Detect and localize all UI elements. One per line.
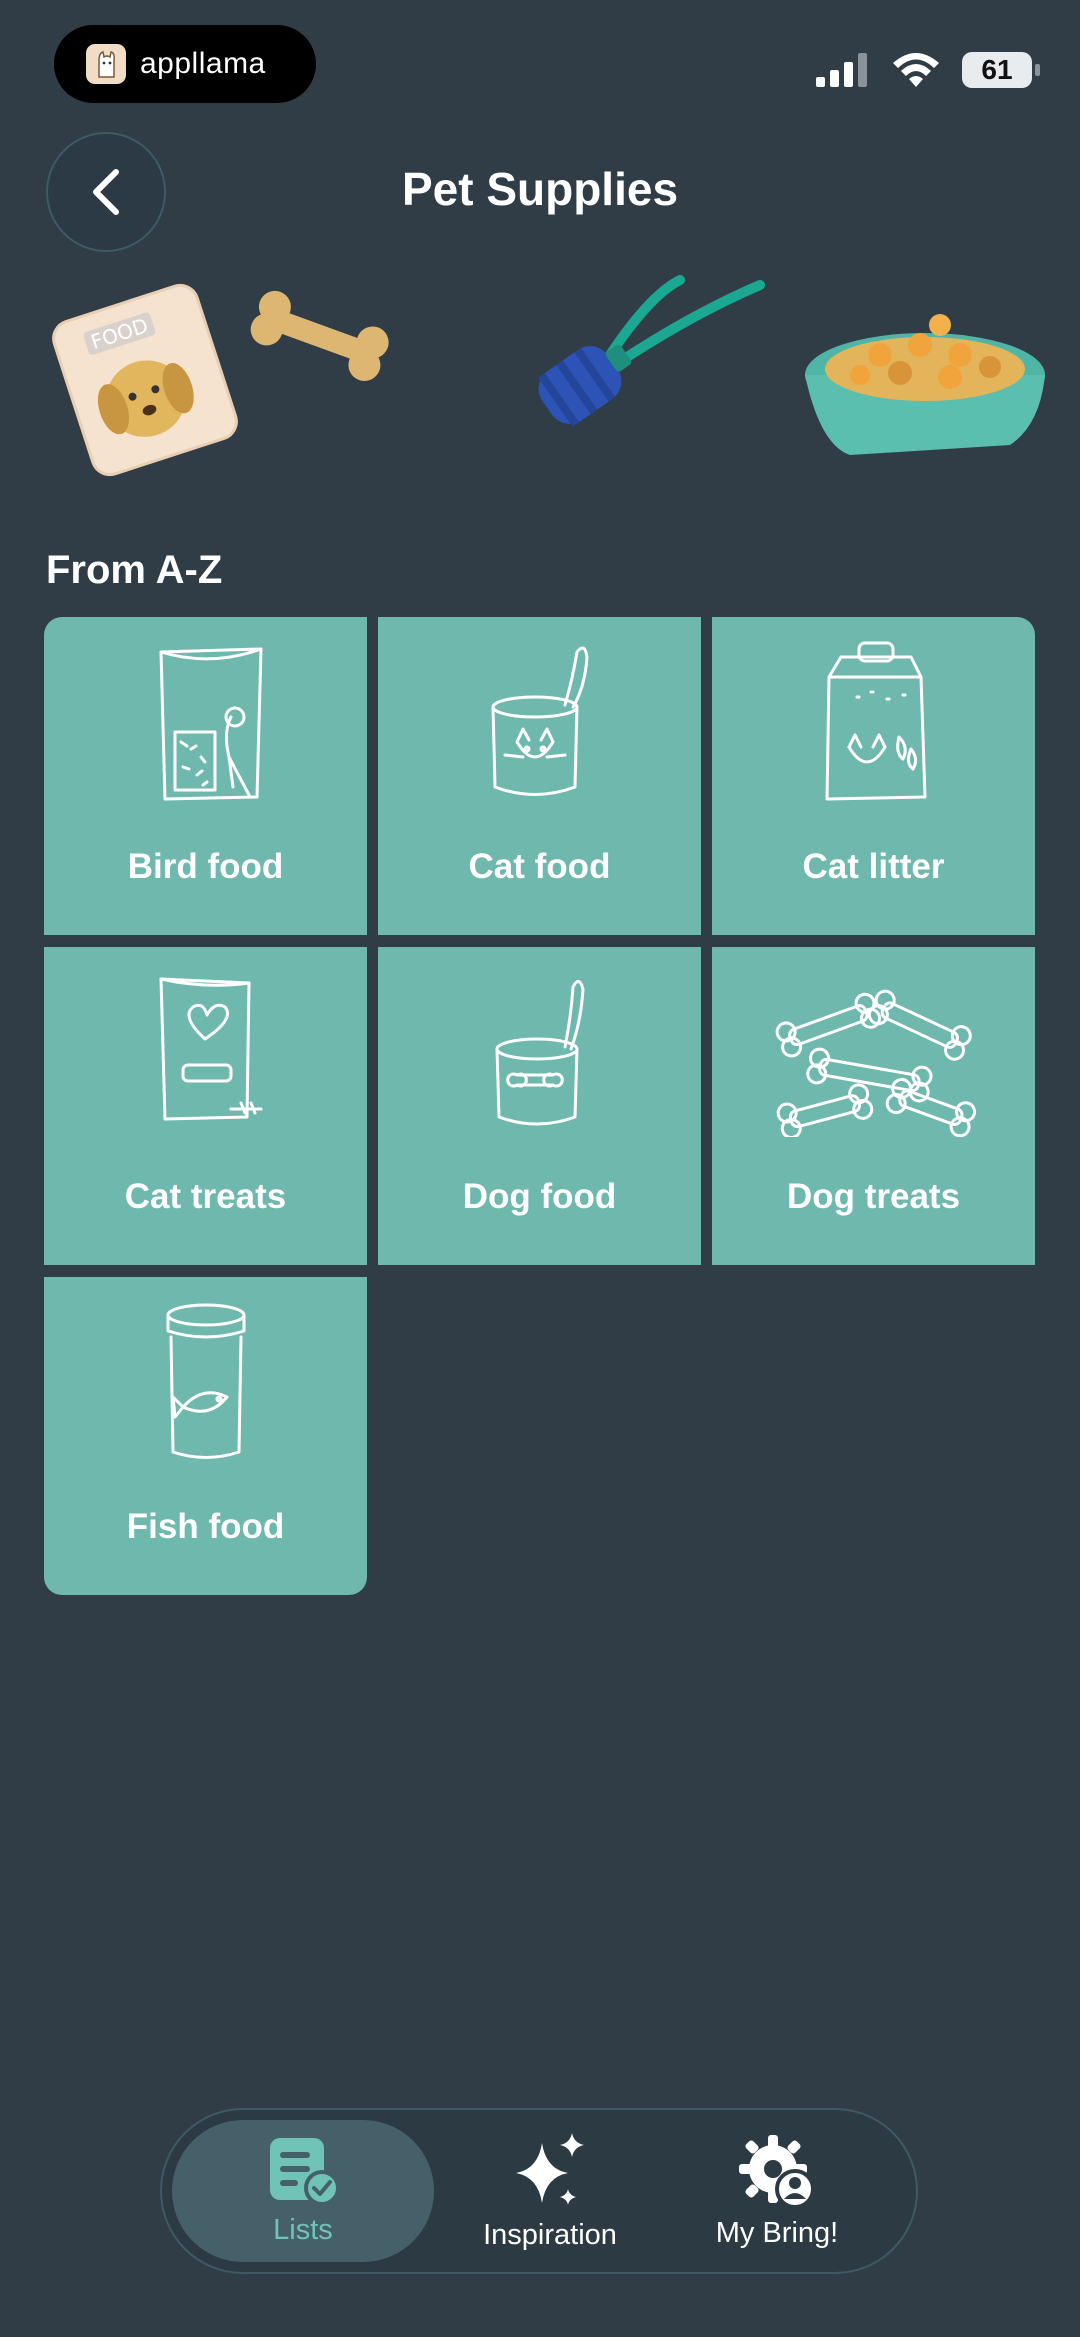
status-icons: 61	[816, 52, 1040, 88]
gear-user-icon	[739, 2134, 815, 2209]
category-tile-cat-food[interactable]: Cat food	[378, 617, 701, 935]
fish-food-jar-icon	[166, 1303, 245, 1459]
category-tile-fish-food[interactable]: Fish food	[44, 1277, 367, 1595]
dog-food-can-icon	[495, 980, 584, 1126]
category-label: Fish food	[126, 1507, 285, 1546]
list-check-icon	[270, 2137, 340, 2206]
nav-label-lists: Lists	[273, 2213, 333, 2246]
category-label: Dog treats	[786, 1177, 961, 1216]
bird-food-icon	[159, 647, 262, 801]
cat-food-can-icon	[491, 646, 588, 796]
category-label: Cat treats	[124, 1177, 287, 1216]
nav-label-inspiration: Inspiration	[483, 2218, 617, 2251]
nav-item-lists[interactable]: Lists	[172, 2120, 434, 2262]
cat-treats-bag-icon	[159, 977, 262, 1121]
bone-icon	[250, 290, 389, 382]
dog-food-bag-icon: FOOD	[52, 283, 238, 477]
rope-toy-icon	[538, 275, 765, 427]
nav-label-my-bring: My Bring!	[715, 2216, 839, 2249]
category-tile-dog-treats[interactable]: Dog treats	[712, 947, 1035, 1265]
category-tile-cat-litter[interactable]: Cat litter	[712, 617, 1035, 935]
category-label: Dog food	[462, 1177, 617, 1216]
section-heading: From A-Z	[46, 548, 223, 592]
food-bowl-icon	[805, 314, 1045, 455]
category-tile-dog-food[interactable]: Dog food	[378, 947, 701, 1265]
wifi-icon	[893, 53, 939, 87]
category-tile-bird-food[interactable]: Bird food	[44, 617, 367, 935]
llama-logo-icon	[86, 44, 126, 84]
sparkles-icon	[516, 2132, 584, 2205]
cat-litter-bag-icon	[825, 641, 926, 801]
category-label: Bird food	[127, 847, 284, 886]
nav-item-inspiration[interactable]: Inspiration	[450, 2110, 650, 2272]
brand-label: appllama	[140, 47, 266, 80]
dog-treats-bones-icon	[775, 989, 976, 1137]
category-tile-cat-treats[interactable]: Cat treats	[44, 947, 367, 1265]
category-label: Cat food	[468, 847, 611, 886]
recording-pill: appllama	[54, 25, 316, 103]
hero-illustration: FOOD	[0, 275, 1080, 485]
page-title: Pet Supplies	[401, 163, 679, 215]
battery-indicator: 61	[962, 52, 1040, 88]
category-label: Cat litter	[802, 847, 945, 886]
signal-icon	[816, 53, 867, 87]
bottom-navigation: Lists Inspiration My Bring!	[160, 2108, 918, 2274]
nav-item-my-bring[interactable]: My Bring!	[662, 2110, 892, 2272]
